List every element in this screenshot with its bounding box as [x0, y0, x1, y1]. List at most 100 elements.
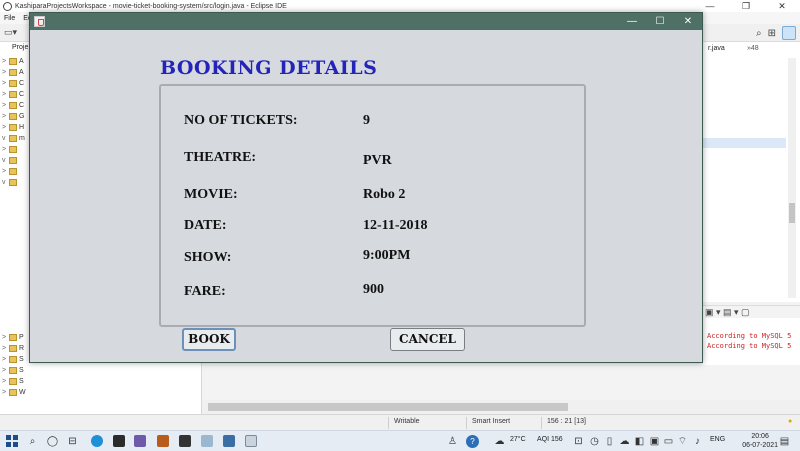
tree-item[interactable]: v: [2, 177, 25, 188]
tree-item[interactable]: > C: [2, 100, 25, 111]
tree-item[interactable]: > A: [2, 56, 25, 67]
weather-temperature[interactable]: 27°C: [510, 436, 526, 443]
show-value: 9:00PM: [363, 248, 411, 263]
eclipse-close-button[interactable]: ✕: [764, 0, 800, 12]
tree-item[interactable]: > H: [2, 122, 25, 133]
tree-item[interactable]: >: [2, 166, 25, 177]
tree-twisty-icon[interactable]: v: [2, 155, 8, 166]
project-explorer-tab[interactable]: Proje: [0, 42, 28, 54]
dialog-content: BOOKING DETAILS NO OF TICKETS: 9 THEATRE…: [30, 30, 702, 362]
eclipse-taskbar-icon[interactable]: [134, 435, 146, 447]
eclipse-maximize-button[interactable]: ❐: [728, 0, 764, 12]
editor-tab[interactable]: r.java: [708, 45, 725, 52]
app-tray-icon[interactable]: ◧: [633, 435, 646, 448]
booking-details-heading: BOOKING DETAILS: [160, 57, 378, 79]
perspective-icon[interactable]: ⊞: [768, 28, 776, 39]
taskbar-clock[interactable]: 20:06 06-07-2021: [742, 432, 778, 450]
tree-item[interactable]: > S: [2, 365, 26, 376]
status-separator: [541, 417, 542, 429]
tree-twisty-icon[interactable]: >: [2, 89, 8, 100]
status-writable: Writable: [394, 418, 420, 425]
tree-item[interactable]: > A: [2, 67, 25, 78]
tree-twisty-icon[interactable]: >: [2, 67, 8, 78]
air-quality-index[interactable]: AQI 156: [537, 436, 563, 443]
weather-icon[interactable]: ☁: [493, 435, 506, 448]
editor-vertical-scrollbar[interactable]: [788, 58, 796, 298]
notification-icon[interactable]: ▤: [778, 435, 791, 448]
java-app-taskbar-icon[interactable]: [245, 435, 257, 447]
tree-twisty-icon[interactable]: >: [2, 343, 8, 354]
new-file-icon[interactable]: ▭▾: [4, 27, 17, 38]
tree-item[interactable]: > G: [2, 111, 25, 122]
tree-item[interactable]: >: [2, 144, 25, 155]
tree-item[interactable]: > P: [2, 332, 26, 343]
tree-item[interactable]: > W: [2, 387, 26, 398]
tree-item[interactable]: > R: [2, 343, 26, 354]
windows-start-icon[interactable]: [6, 435, 18, 447]
tree-twisty-icon[interactable]: >: [2, 122, 8, 133]
java-perspective-icon[interactable]: [782, 26, 796, 40]
search-icon[interactable]: ⌕: [756, 28, 762, 39]
clock-icon[interactable]: ◷: [588, 435, 601, 448]
wifi-icon[interactable]: ⌔: [676, 435, 689, 448]
project-folder-icon: [9, 157, 17, 164]
dialog-minimize-button[interactable]: —: [618, 13, 646, 30]
chat-icon[interactable]: ▣: [648, 435, 661, 448]
menu-file[interactable]: File: [4, 15, 15, 22]
tree-twisty-icon[interactable]: v: [2, 177, 8, 188]
project-tree-lower: > P > R > S > S > S > W: [2, 332, 26, 398]
tree-twisty-icon[interactable]: >: [2, 111, 8, 122]
taskbar-app-icon[interactable]: [157, 435, 169, 447]
tree-item[interactable]: > C: [2, 89, 25, 100]
console-toolbar-icons[interactable]: ▣ ▾ ▤ ▾ ▢: [705, 306, 800, 318]
console-panel: ▣ ▾ ▤ ▾ ▢ According to MySQL 5 According…: [703, 305, 800, 365]
input-language[interactable]: ENG: [710, 436, 725, 443]
widgets-icon[interactable]: ⊟: [66, 435, 79, 448]
command-prompt-icon[interactable]: [179, 435, 191, 447]
battery-icon[interactable]: ▭: [662, 435, 675, 448]
scrollbar-thumb[interactable]: [789, 203, 795, 223]
device-icon[interactable]: ▯: [603, 435, 616, 448]
movie-value: Robo 2: [363, 187, 406, 202]
edge-browser-icon[interactable]: [91, 435, 103, 447]
tree-twisty-icon[interactable]: >: [2, 332, 8, 343]
tip-bulb-icon[interactable]: ●: [788, 418, 792, 425]
tree-twisty-icon[interactable]: >: [2, 78, 8, 89]
project-folder-icon: [9, 146, 17, 153]
project-folder-icon: [9, 345, 17, 352]
task-view-icon[interactable]: ◯: [46, 435, 59, 448]
hidden-tabs-count[interactable]: »48: [747, 45, 759, 52]
dialog-maximize-button[interactable]: ☐: [646, 13, 674, 30]
tree-twisty-icon[interactable]: >: [2, 100, 8, 111]
file-explorer-icon[interactable]: [223, 435, 235, 447]
horizontal-scrollbar-thumb[interactable]: [208, 403, 568, 411]
tree-item[interactable]: > C: [2, 78, 25, 89]
tree-twisty-icon[interactable]: >: [2, 166, 8, 177]
tree-item[interactable]: > S: [2, 376, 26, 387]
book-button[interactable]: BOOK: [182, 328, 236, 351]
tree-twisty-icon[interactable]: >: [2, 376, 8, 387]
tree-twisty-icon[interactable]: v: [2, 133, 8, 144]
tree-item[interactable]: > S: [2, 354, 26, 365]
dialog-title-bar[interactable]: — ☐ ✕: [30, 13, 702, 30]
status-insert-mode: Smart Insert: [472, 418, 511, 425]
tree-item[interactable]: v: [2, 155, 25, 166]
people-icon[interactable]: ♙: [446, 435, 459, 448]
tree-twisty-icon[interactable]: >: [2, 354, 8, 365]
terminal-icon[interactable]: [113, 435, 125, 447]
taskbar-search-icon[interactable]: ⌕: [26, 435, 39, 448]
status-cursor-position: 156 : 21 [13]: [547, 418, 586, 425]
cancel-button[interactable]: CANCEL: [390, 328, 465, 351]
cloud-icon[interactable]: ☁: [618, 435, 631, 448]
tree-twisty-icon[interactable]: >: [2, 144, 8, 155]
display-icon[interactable]: ⊡: [572, 435, 585, 448]
tree-twisty-icon[interactable]: >: [2, 387, 8, 398]
volume-icon[interactable]: ♪: [691, 435, 704, 448]
dialog-close-button[interactable]: ✕: [674, 13, 702, 30]
help-icon[interactable]: ?: [466, 435, 479, 448]
notepad-icon[interactable]: [201, 435, 213, 447]
tree-item[interactable]: vm: [2, 133, 25, 144]
tree-twisty-icon[interactable]: >: [2, 365, 8, 376]
eclipse-minimize-button[interactable]: —: [692, 0, 728, 12]
tree-twisty-icon[interactable]: >: [2, 56, 8, 67]
